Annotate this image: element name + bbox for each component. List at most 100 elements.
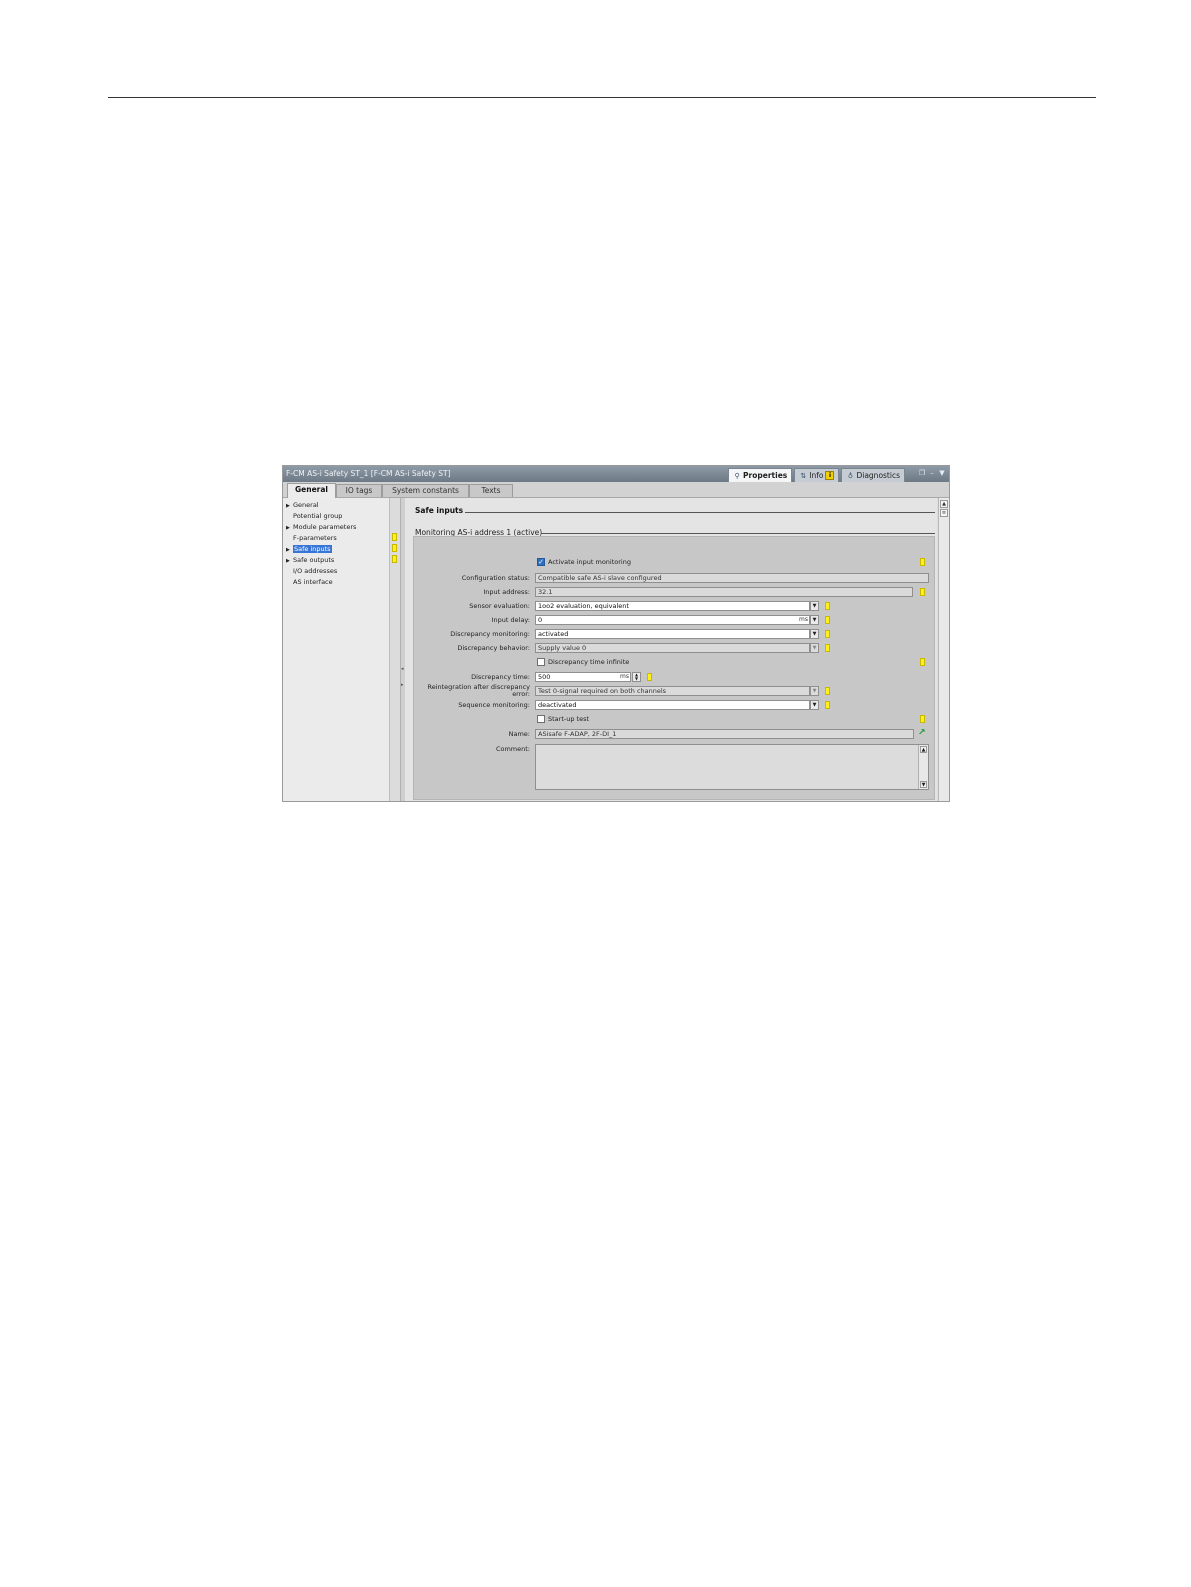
expand-right-icon[interactable]: ▸ xyxy=(401,682,404,688)
page-top-rule xyxy=(108,97,1096,98)
collapse-left-icon[interactable]: ◂ xyxy=(401,666,404,672)
discrepancy-monitoring-select[interactable]: activated xyxy=(535,629,810,639)
configuration-status-field: Compatible safe AS-i slave configured xyxy=(535,573,929,583)
name-field[interactable]: ASisafe F-ADAP, 2F-DI_1 xyxy=(535,729,914,739)
restore-icon[interactable]: ❐ xyxy=(918,469,926,478)
inspector-tabs: ⚲ Properties ⇅ Info i ♁ Diagnostics xyxy=(728,468,905,482)
nav-item-io-addresses[interactable]: I/O addresses xyxy=(286,566,337,576)
sensor-evaluation-flag-icon xyxy=(825,602,830,610)
section-title: Safe inputs xyxy=(415,506,464,515)
discrepancy-monitoring-label: Discrepancy monitoring: xyxy=(450,630,530,638)
nav-item-label: Safe inputs xyxy=(293,545,332,553)
comment-scrollbar[interactable]: ▲ ▼ xyxy=(918,745,928,789)
reintegration-select[interactable]: Test 0-signal required on both channels xyxy=(535,686,810,696)
go-to-link-arrow-icon[interactable]: ↗ xyxy=(918,729,927,738)
comment-textarea[interactable]: ▲ ▼ xyxy=(535,744,929,790)
scroll-up-icon[interactable]: ▲ xyxy=(940,500,948,508)
sensor-evaluation-label: Sensor evaluation: xyxy=(469,602,530,610)
scroll-up-icon[interactable]: ▲ xyxy=(920,746,927,753)
tab-io-tags[interactable]: IO tags xyxy=(336,484,382,497)
nav-item-general[interactable]: ▶ General xyxy=(286,500,319,510)
nav-item-potential-group[interactable]: Potential group xyxy=(286,511,342,521)
nav-item-label: Potential group xyxy=(293,512,343,520)
nav-item-label: Safe outputs xyxy=(293,556,335,564)
discrepancy-behavior-select[interactable]: Supply value 0 xyxy=(535,643,810,653)
activate-monitoring-flag-icon xyxy=(920,558,925,566)
nav-item-label: F-parameters xyxy=(293,534,337,542)
startup-test-checkbox[interactable] xyxy=(537,715,545,723)
discrepancy-time-spinner-icon[interactable]: ▲ ▼ xyxy=(632,672,641,682)
nav-flag-icon xyxy=(392,555,397,563)
monitoring-panel: ✓ Activate input monitoring Configuratio… xyxy=(413,536,935,800)
discrepancy-behavior-label: Discrepancy behavior: xyxy=(457,644,530,652)
comment-label: Comment: xyxy=(495,745,530,753)
expand-arrow-icon[interactable]: ▶ xyxy=(286,545,293,555)
tab-info-label: Info xyxy=(809,471,824,480)
section-rule xyxy=(465,512,935,513)
info-icon: ⇅ xyxy=(800,471,807,480)
input-address-label: Input address: xyxy=(483,588,530,596)
discrepancy-time-flag-icon xyxy=(647,673,652,681)
expand-arrow-icon[interactable]: ▶ xyxy=(286,501,293,511)
content-area: Safe inputs Monitoring AS-i address 1 (a… xyxy=(405,498,937,801)
collapse-arrow-icon[interactable]: ▼ xyxy=(938,469,946,478)
nav-item-as-interface[interactable]: AS interface xyxy=(286,577,333,587)
input-delay-value: 0 xyxy=(538,616,543,624)
reintegration-flag-icon xyxy=(825,687,830,695)
nav-item-f-parameters[interactable]: F-parameters xyxy=(286,533,337,543)
sequence-monitoring-flag-icon xyxy=(825,701,830,709)
tab-general[interactable]: General xyxy=(287,483,336,498)
sequence-monitoring-select[interactable]: deactivated xyxy=(535,700,810,710)
discrepancy-time-infinite-flag-icon xyxy=(920,658,925,666)
discrepancy-time-input[interactable]: 500 ms xyxy=(535,672,631,682)
tab-system-constants[interactable]: System constants xyxy=(382,484,469,497)
subsection-rule xyxy=(541,533,935,534)
discrepancy-time-value: 500 xyxy=(538,673,551,681)
tab-properties[interactable]: ⚲ Properties xyxy=(728,468,793,482)
nav-flag-icon xyxy=(392,544,397,552)
configuration-status-label: Configuration status: xyxy=(461,574,530,582)
tab-diagnostics[interactable]: ♁ Diagnostics xyxy=(841,468,905,482)
tab-texts[interactable]: Texts xyxy=(469,484,513,497)
discrepancy-time-infinite-label: Discrepancy time infinite xyxy=(548,658,630,666)
tab-diagnostics-label: Diagnostics xyxy=(856,471,900,480)
reintegration-label: Reintegration after discrepancy error: xyxy=(414,684,530,698)
sensor-evaluation-dropdown-icon[interactable]: ▼ xyxy=(810,601,819,611)
activate-monitoring-label: Activate input monitoring xyxy=(548,558,631,566)
nav-item-safe-outputs[interactable]: ▶ Safe outputs xyxy=(286,555,334,565)
sensor-evaluation-select[interactable]: 1oo2 evaluation, equivalent xyxy=(535,601,810,611)
nav-item-safe-inputs[interactable]: ▶ Safe inputs xyxy=(286,544,332,554)
discrepancy-behavior-dropdown-icon[interactable]: ▼ xyxy=(810,643,819,653)
nav-item-label: AS interface xyxy=(293,578,333,586)
minimize-icon[interactable]: – xyxy=(928,469,936,478)
tab-info[interactable]: ⇅ Info i xyxy=(794,468,840,482)
input-delay-unit: ms xyxy=(799,616,808,623)
sequence-monitoring-dropdown-icon[interactable]: ▼ xyxy=(810,700,819,710)
nav-item-module-parameters[interactable]: ▶ Module parameters xyxy=(286,522,356,532)
window-title: F-CM AS-i Safety ST_1 [F-CM AS-i Safety … xyxy=(286,469,451,478)
expand-arrow-icon[interactable]: ▶ xyxy=(286,556,293,566)
content-scrollbar[interactable]: ▲ ≡ xyxy=(938,498,949,801)
discrepancy-monitoring-flag-icon xyxy=(825,630,830,638)
discrepancy-time-infinite-checkbox[interactable] xyxy=(537,658,545,666)
properties-window: F-CM AS-i Safety ST_1 [F-CM AS-i Safety … xyxy=(282,465,950,802)
activate-monitoring-checkbox[interactable]: ✓ xyxy=(537,558,545,566)
nav-item-label: General xyxy=(293,501,319,509)
discrepancy-time-label: Discrepancy time: xyxy=(471,673,530,681)
scroll-down-icon[interactable]: ▼ xyxy=(920,781,927,788)
discrepancy-monitoring-dropdown-icon[interactable]: ▼ xyxy=(810,629,819,639)
properties-icon: ⚲ xyxy=(734,471,740,480)
expand-arrow-icon[interactable]: ▶ xyxy=(286,523,293,533)
property-tab-row: General IO tags System constants Texts xyxy=(283,482,949,498)
discrepancy-time-unit: ms xyxy=(620,673,629,680)
input-delay-select[interactable]: 0 ms xyxy=(535,615,810,625)
startup-test-label: Start-up test xyxy=(548,715,590,723)
reintegration-label-line2: error: xyxy=(512,690,530,698)
input-address-field: 32.1 xyxy=(535,587,913,597)
reintegration-dropdown-icon[interactable]: ▼ xyxy=(810,686,819,696)
input-delay-dropdown-icon[interactable]: ▼ xyxy=(810,615,819,625)
startup-test-flag-icon xyxy=(920,715,925,723)
scroll-thumb[interactable]: ≡ xyxy=(940,509,948,517)
window-controls: ❐ – ▼ xyxy=(918,469,946,478)
input-address-flag-icon xyxy=(920,588,925,596)
